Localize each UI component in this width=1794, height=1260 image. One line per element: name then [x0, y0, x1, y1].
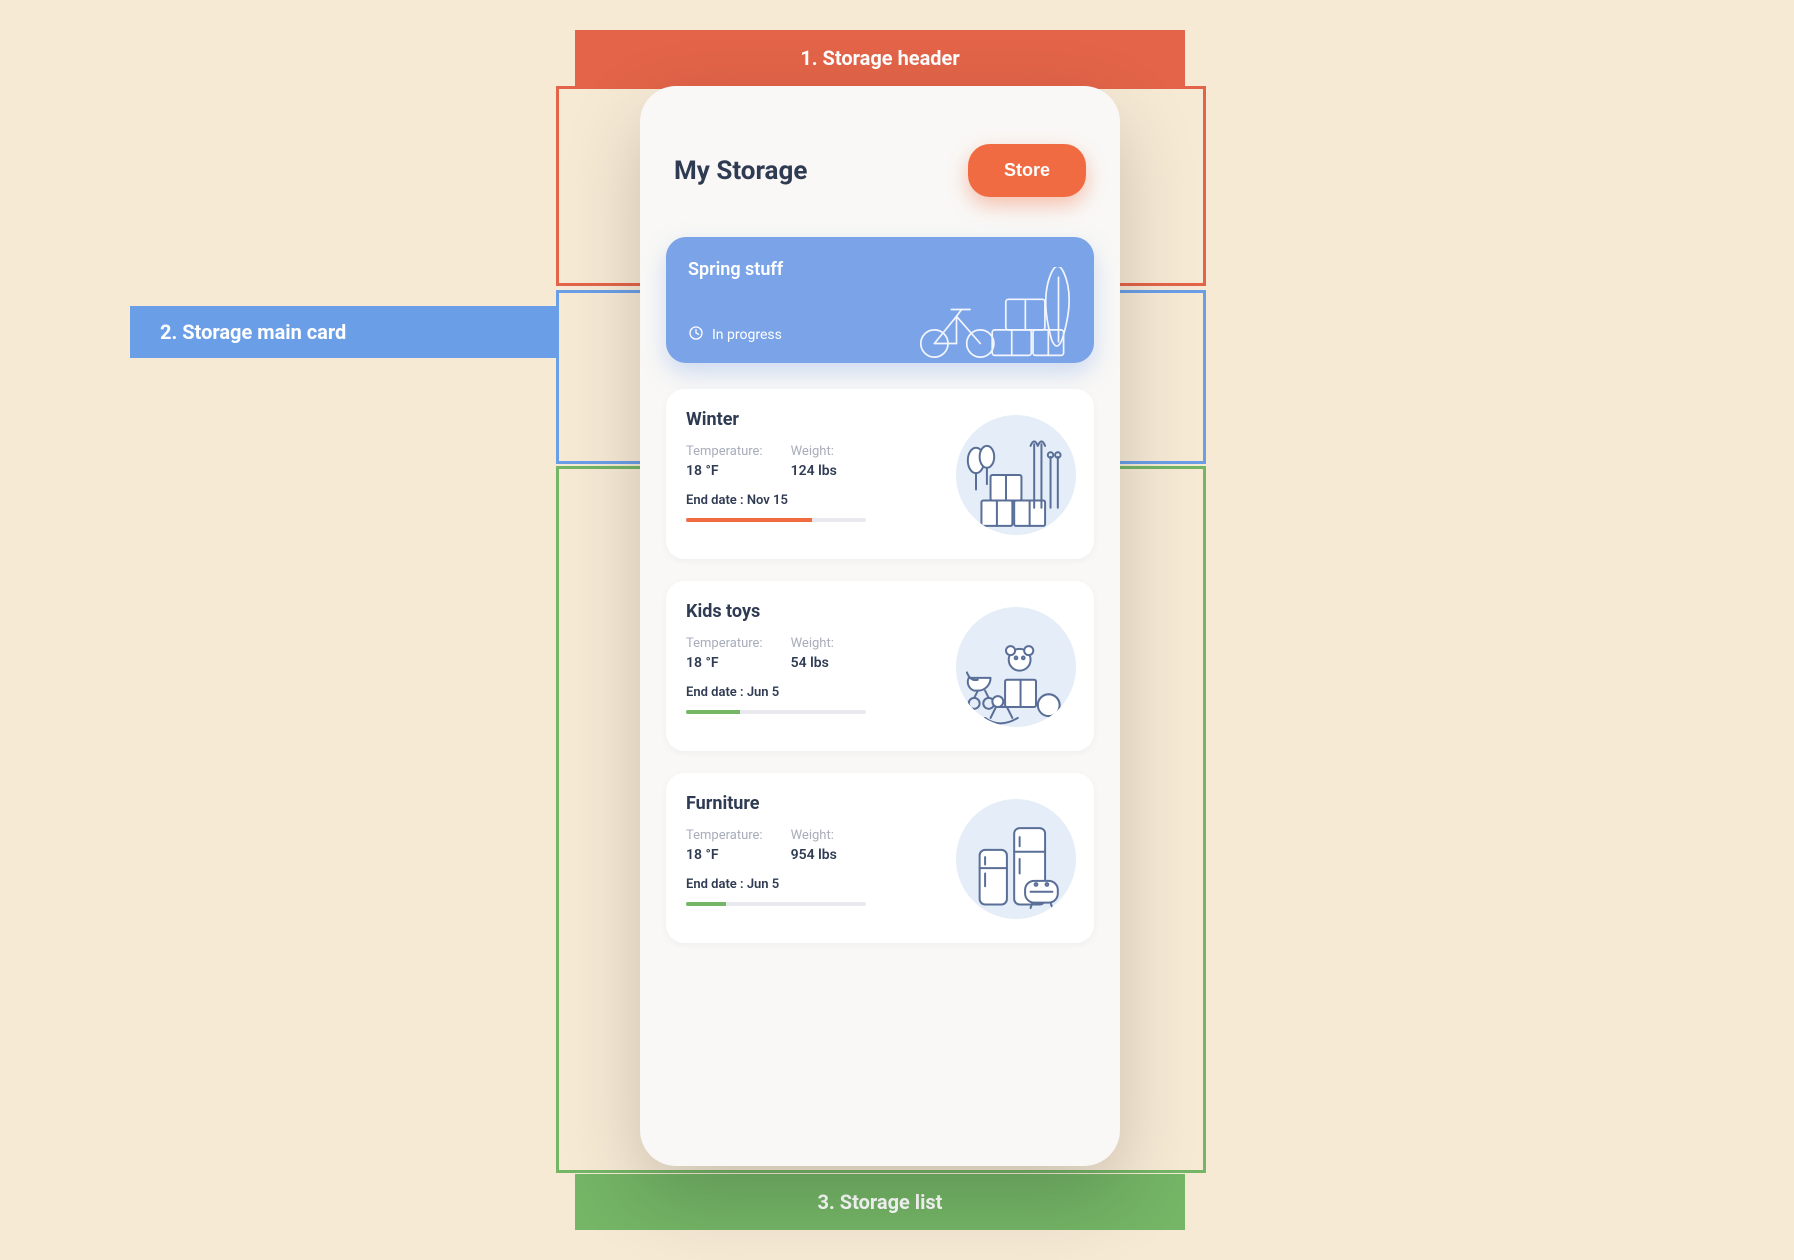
- progress-fill: [686, 710, 740, 714]
- storage-item-kids-toys[interactable]: Kids toys Temperature: 18 °F Weight: 54 …: [666, 581, 1094, 751]
- storage-list: Winter Temperature: 18 °F Weight: 124 lb…: [666, 389, 1094, 943]
- progress-fill: [686, 518, 812, 522]
- weight-label: Weight:: [791, 828, 837, 843]
- annotation-storage-header: 1. Storage header: [575, 30, 1185, 86]
- storage-item-furniture[interactable]: Furniture Temperature: 18 °F Weight: 954…: [666, 773, 1094, 943]
- storage-main-card[interactable]: Spring stuff In progress: [666, 237, 1094, 363]
- main-card-status: In progress: [688, 325, 782, 345]
- weight-label: Weight:: [791, 444, 837, 459]
- temperature-value: 18 °F: [686, 655, 719, 671]
- progress-bar: [686, 518, 866, 522]
- weight-value: 54 lbs: [791, 655, 829, 671]
- temperature-value: 18 °F: [686, 463, 719, 479]
- weight-label: Weight:: [791, 636, 834, 651]
- annotation-storage-list: 3. Storage list: [575, 1174, 1185, 1230]
- temperature-label: Temperature:: [686, 636, 763, 651]
- progress-icon: [688, 325, 704, 345]
- temperature-value: 18 °F: [686, 847, 719, 863]
- storage-item-winter[interactable]: Winter Temperature: 18 °F Weight: 124 lb…: [666, 389, 1094, 559]
- weight-value: 954 lbs: [791, 847, 837, 863]
- phone-frame: My Storage Store Spring stuff In progres…: [640, 86, 1120, 1166]
- progress-fill: [686, 902, 726, 906]
- bike-boxes-surf-icon: [914, 267, 1084, 357]
- ski-boxes-icon: [956, 415, 1076, 535]
- furniture-fridge-sofa-icon: [956, 799, 1076, 919]
- toys-stroller-icon: [956, 607, 1076, 727]
- store-button[interactable]: Store: [968, 144, 1086, 197]
- storage-header: My Storage Store: [666, 114, 1094, 237]
- page-title: My Storage: [674, 156, 807, 186]
- progress-bar: [686, 710, 866, 714]
- progress-bar: [686, 902, 866, 906]
- temperature-label: Temperature:: [686, 444, 763, 459]
- main-card-status-text: In progress: [712, 327, 782, 343]
- weight-value: 124 lbs: [791, 463, 837, 479]
- annotation-storage-main-card: 2. Storage main card: [130, 306, 556, 358]
- temperature-label: Temperature:: [686, 828, 763, 843]
